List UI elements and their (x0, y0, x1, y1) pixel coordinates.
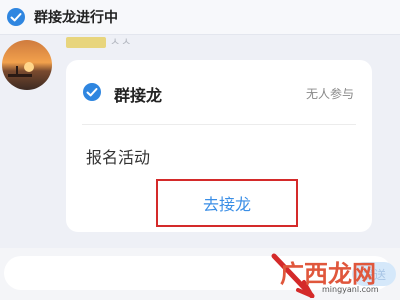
card-divider (82, 124, 356, 125)
avatar-boat (8, 74, 32, 77)
card-title: 群接龙 (114, 86, 163, 105)
notice-title: 群接龙进行中 (34, 10, 118, 26)
check-circle-icon (83, 83, 101, 101)
member-badge (66, 37, 106, 48)
watermark-label: 广西龙网 (280, 260, 376, 288)
sender-name: ㅅㅅ (110, 35, 133, 48)
participation-status: 无人参与 (305, 87, 354, 101)
avatar[interactable] (2, 40, 52, 90)
group-relay-notice-bar[interactable]: 群接龙进行中 (0, 0, 400, 35)
group-relay-card[interactable]: 群接龙 无人参与 报名活动 去接龙 (66, 60, 372, 232)
watermark-url: mingyanl.com (322, 285, 379, 294)
activity-name: 报名活动 (86, 148, 151, 167)
join-relay-button[interactable]: 去接龙 (156, 179, 298, 227)
card-header: 群接龙 无人参与 (66, 60, 372, 124)
check-circle-icon (7, 8, 25, 26)
avatar-sun (24, 62, 34, 72)
